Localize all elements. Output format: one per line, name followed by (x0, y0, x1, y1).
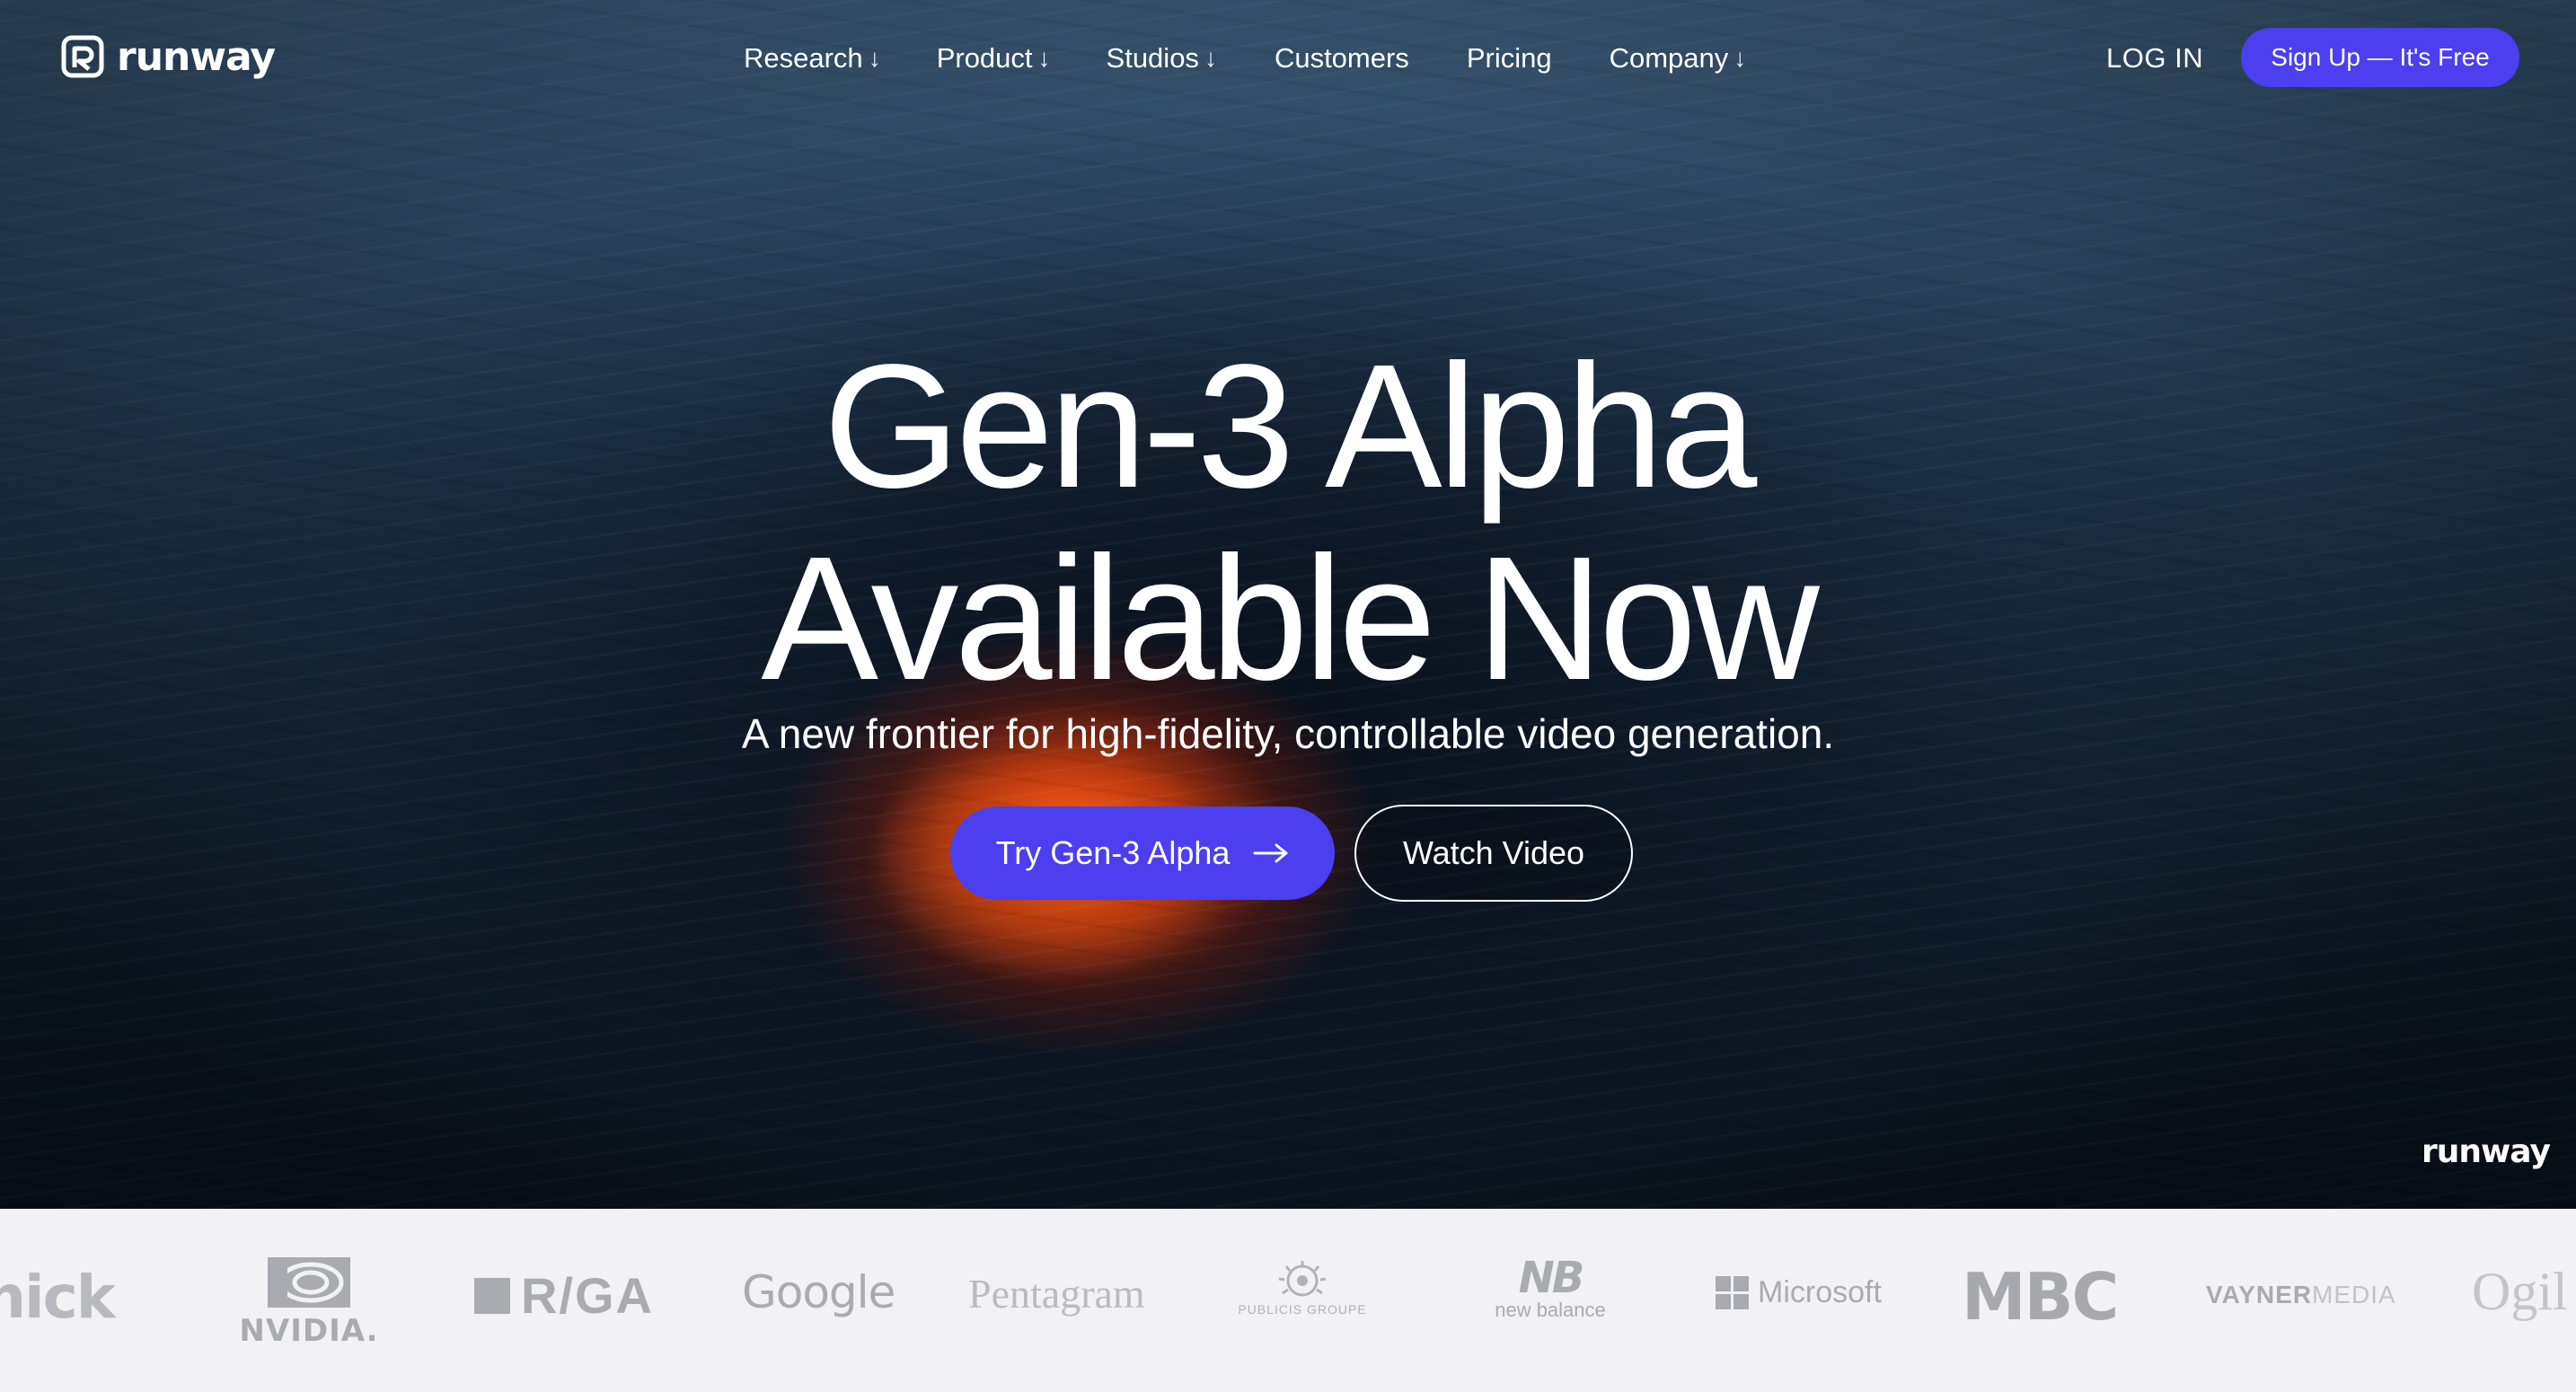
signup-button[interactable]: Sign Up — It's Free (2241, 28, 2519, 87)
headline-line-2: Available Now (761, 520, 1819, 717)
logo-google: Google (742, 1266, 895, 1318)
nav-product[interactable]: Product ↓ (937, 36, 1051, 81)
runway-watermark: runway (2422, 1133, 2551, 1170)
login-link[interactable]: LOG IN (2106, 36, 2203, 81)
logo-rga: R/GA (474, 1266, 654, 1325)
rga-square-icon (474, 1277, 510, 1314)
publicis-wordmark: PUBLICIS GROUPE (1238, 1302, 1367, 1317)
top-navigation: runway Research ↓ Product ↓ Studios ↓ Cu… (0, 0, 2576, 117)
logo-nick: nick (0, 1263, 116, 1332)
microsoft-grid-icon (1716, 1276, 1749, 1309)
hero-headline: Gen-3 Alpha Available Now (0, 330, 2576, 715)
nav-company-label: Company (1609, 42, 1729, 74)
nav-company[interactable]: Company ↓ (1610, 36, 1747, 81)
nav-research-label: Research (744, 42, 863, 74)
arrow-down-icon: ↓ (1734, 44, 1747, 72)
logo-microsoft: Microsoft (1716, 1275, 1882, 1310)
nav-pricing-label: Pricing (1466, 42, 1552, 74)
logo-mbc: MBC (1962, 1259, 2119, 1335)
publicis-lion-icon (1278, 1261, 1327, 1297)
nav-customers-label: Customers (1274, 42, 1409, 74)
nav-research[interactable]: Research ↓ (744, 36, 881, 81)
watch-video-button[interactable]: Watch Video (1354, 805, 1633, 902)
arrow-down-icon: ↓ (1204, 44, 1217, 72)
nvidia-eye-icon (268, 1257, 350, 1308)
customer-logo-strip: nick NVIDIA. R/GA Google Pentagram PUBLI… (0, 1209, 2576, 1392)
logo-new-balance: NB new balance (1487, 1253, 1613, 1322)
logo-wordmark: runway (117, 33, 276, 80)
try-gen3-button[interactable]: Try Gen-3 Alpha (950, 806, 1335, 900)
nav-studios[interactable]: Studios ↓ (1107, 36, 1217, 81)
arrow-right-icon (1253, 843, 1288, 863)
hero-subheadline: A new frontier for high-fidelity, contro… (741, 710, 1835, 757)
vayner-wordmark: VAYNER (2206, 1281, 2313, 1308)
primary-nav: Research ↓ Product ↓ Studios ↓ Customers… (744, 36, 1746, 81)
microsoft-wordmark: Microsoft (1758, 1275, 1882, 1309)
arrow-down-icon: ↓ (868, 44, 881, 72)
nvidia-wordmark: NVIDIA. (239, 1313, 379, 1349)
hero-section: runway Research ↓ Product ↓ Studios ↓ Cu… (0, 0, 2576, 1209)
new-balance-wordmark: new balance (1495, 1299, 1606, 1321)
new-balance-nb-icon: NB (1518, 1253, 1585, 1303)
nav-studios-label: Studios (1106, 42, 1199, 74)
logo-vaynermedia: VAYNER MEDIA (2206, 1281, 2396, 1309)
rga-wordmark: R/GA (521, 1267, 654, 1324)
nav-product-label: Product (936, 42, 1033, 74)
nav-customers[interactable]: Customers (1275, 36, 1409, 81)
logo-ogilvy: Ogil (2472, 1262, 2568, 1321)
runway-logo-link[interactable]: runway (61, 33, 276, 80)
logo-publicis: PUBLICIS GROUPE (1238, 1259, 1366, 1317)
nav-pricing[interactable]: Pricing (1467, 36, 1552, 81)
logo-nvidia: NVIDIA. (239, 1255, 378, 1349)
try-gen3-label: Try Gen-3 Alpha (995, 834, 1231, 871)
runway-logo-icon (61, 35, 104, 78)
logo-pentagram: Pentagram (968, 1271, 1145, 1317)
arrow-down-icon: ↓ (1037, 44, 1051, 72)
headline-line-1: Gen-3 Alpha (823, 328, 1758, 524)
media-wordmark: MEDIA (2312, 1281, 2396, 1308)
